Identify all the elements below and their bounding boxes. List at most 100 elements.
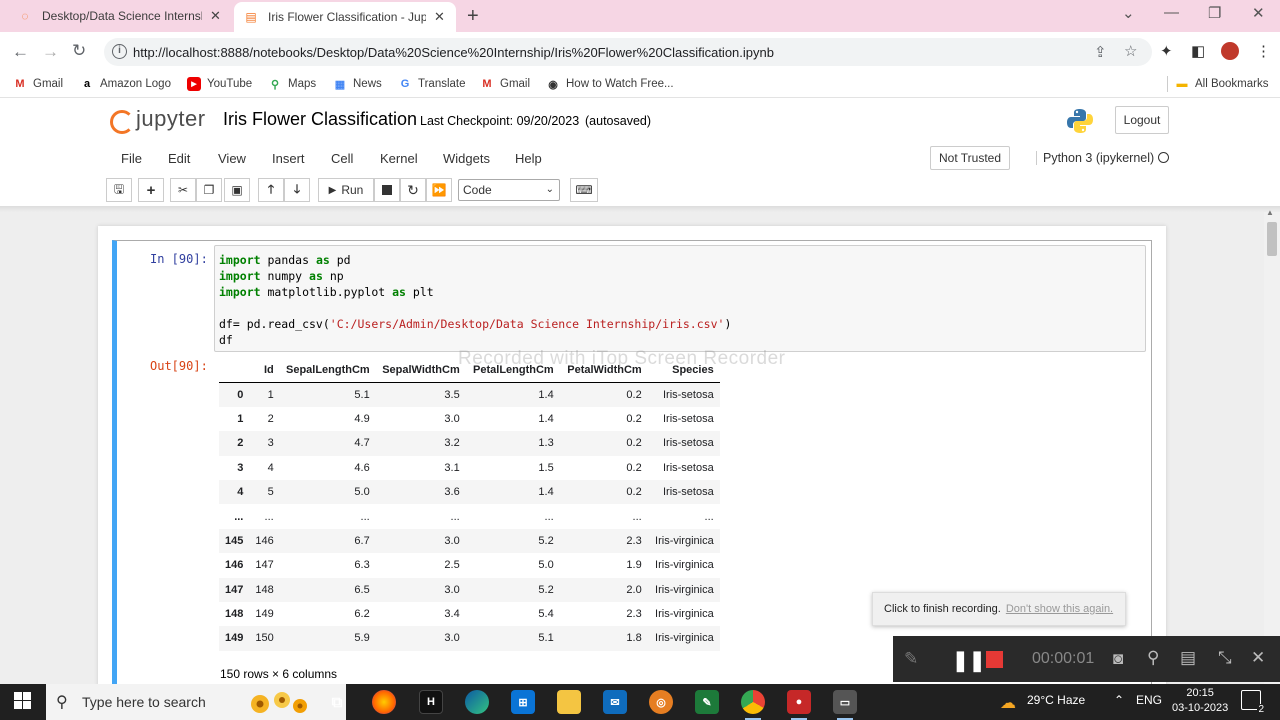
menu-help[interactable]: Help — [515, 151, 542, 166]
scrollbar-thumb[interactable] — [1267, 222, 1277, 256]
close-tab-icon[interactable]: ✕ — [210, 8, 221, 24]
menu-kernel[interactable]: Kernel — [380, 151, 418, 166]
menu-widgets[interactable]: Widgets — [443, 151, 490, 166]
bookmark-how-to-watch[interactable]: ◉ How to Watch Free... — [546, 77, 673, 91]
notebook-title[interactable]: Iris Flower Classification — [223, 109, 417, 130]
reload-icon[interactable]: ↻ — [72, 41, 86, 61]
pen-icon[interactable]: ✎ — [904, 649, 918, 669]
run-button[interactable]: ▶ Run — [318, 178, 374, 202]
table-cell: 146 — [255, 534, 274, 547]
forward-icon[interactable]: → — [42, 42, 59, 62]
side-panel-icon[interactable]: ◧ — [1191, 42, 1205, 60]
pause-icon[interactable]: ❚❚ — [952, 648, 986, 673]
dont-show-again-link[interactable]: Don't show this again. — [1006, 603, 1113, 615]
weather-text[interactable]: 29°C Haze — [1027, 693, 1085, 707]
page-scrollbar[interactable] — [1264, 212, 1280, 684]
table-cell: 3.0 — [444, 583, 460, 596]
kernel-name[interactable]: Python 3 (ipykernel) — [1036, 151, 1154, 165]
move-up-button[interactable]: 🡑 — [258, 178, 284, 202]
windows-start-icon[interactable] — [14, 692, 31, 709]
address-bar[interactable]: i http://localhost:8888/notebooks/Deskto… — [104, 38, 1152, 66]
store-icon[interactable]: ⊞ — [511, 690, 535, 714]
table-cell: Iris-setosa — [662, 388, 714, 401]
browser-menu-icon[interactable]: ⋮ — [1256, 42, 1271, 60]
notes-icon[interactable]: ▤ — [1180, 648, 1196, 668]
bookmark-gmail-2[interactable]: M Gmail — [480, 77, 530, 91]
insert-cell-button[interactable]: + — [138, 178, 164, 202]
save-button[interactable]: 🖫 — [106, 178, 132, 202]
menu-edit[interactable]: Edit — [168, 151, 190, 166]
table-cell: 3.4 — [444, 608, 460, 621]
tab-desktop[interactable]: ◌ Desktop/Data Science Internship ✕ — [8, 0, 231, 32]
media-app-icon[interactable]: ◎ — [649, 690, 673, 714]
row-index: ... — [234, 510, 244, 523]
window-close-icon[interactable]: ✕ — [1252, 4, 1265, 22]
copy-icon: ❐ — [203, 183, 215, 197]
interrupt-button[interactable] — [374, 178, 400, 202]
menu-view[interactable]: View — [218, 151, 246, 166]
site-info-icon[interactable]: i — [112, 44, 127, 59]
bookmark-translate[interactable]: G Translate — [398, 77, 466, 91]
file-explorer-icon[interactable] — [557, 690, 581, 714]
task-view-icon[interactable]: ⧉ — [325, 690, 349, 714]
move-down-button[interactable]: 🡓 — [284, 178, 310, 202]
copy-button[interactable]: ❐ — [196, 178, 222, 202]
table-row: 3 4 4.6 3.1 1.5 0.2 Iris-setosa — [219, 456, 720, 480]
bookmark-news[interactable]: ▦ News — [333, 77, 382, 91]
restart-run-all-button[interactable]: ⏩ — [426, 178, 452, 202]
taskbar-clock[interactable]: 20:15 03-10-2023 — [1172, 686, 1228, 716]
recording-tooltip[interactable]: Click to finish recording. Don't show th… — [872, 592, 1126, 626]
jupyter-logo[interactable]: jupyter — [108, 106, 206, 134]
firefox-icon[interactable] — [372, 690, 396, 714]
edge-icon[interactable] — [465, 690, 489, 714]
paste-button[interactable]: ▣ — [224, 178, 250, 202]
terminal-icon[interactable]: ▭ — [833, 690, 857, 720]
recorder-app-icon[interactable]: ● — [787, 690, 811, 720]
cell-type-select[interactable]: Code ⌄ — [458, 179, 560, 201]
bookmark-youtube[interactable]: ▶ YouTube — [187, 77, 252, 91]
weather-icon[interactable]: ☁ — [1000, 693, 1016, 713]
table-cell: 6.7 — [354, 534, 370, 547]
bookmark-gmail[interactable]: M Gmail — [13, 77, 63, 91]
share-icon[interactable]: ⇪ — [1094, 43, 1107, 61]
all-bookmarks[interactable]: ▬ All Bookmarks — [1175, 77, 1269, 91]
maps-pin-icon: ⚲ — [270, 78, 280, 91]
menu-cell[interactable]: Cell — [331, 151, 353, 166]
minimize-recorder-icon[interactable]: ⤡ — [1218, 648, 1232, 668]
extensions-icon[interactable]: ✦ — [1160, 42, 1173, 60]
bookmark-maps[interactable]: ⚲ Maps — [268, 77, 316, 91]
close-recorder-icon[interactable]: ✕ — [1251, 648, 1265, 668]
chrome-icon[interactable] — [741, 690, 765, 720]
scroll-up-icon[interactable]: ▲ — [1266, 208, 1274, 217]
taskbar-search-box[interactable]: ⚲ Type here to search — [46, 684, 346, 720]
language-indicator[interactable]: ENG — [1136, 693, 1162, 707]
zoom-icon[interactable]: ⚲ — [1147, 648, 1159, 668]
table-cell: 2 — [267, 412, 274, 425]
restart-button[interactable]: ↻ — [400, 178, 426, 202]
minimize-icon[interactable]: — — [1164, 4, 1179, 21]
tray-expand-icon[interactable]: ⌃ — [1114, 693, 1124, 707]
profile-avatar[interactable] — [1221, 42, 1239, 60]
tab-search-chevron-icon[interactable]: ⌄ — [1122, 4, 1135, 22]
menu-file[interactable]: File — [121, 151, 142, 166]
notification-center-icon[interactable]: 2 — [1241, 690, 1265, 715]
not-trusted-button[interactable]: Not Trusted — [930, 146, 1011, 170]
logout-button[interactable]: Logout — [1115, 106, 1169, 134]
autosave-status: (autosaved) — [585, 114, 652, 128]
table-cell: 1.4 — [538, 412, 554, 425]
bookmark-amazon[interactable]: a Amazon Logo — [80, 77, 171, 91]
excel-like-icon[interactable]: ✎ — [695, 690, 719, 714]
hp-app-icon[interactable]: H — [419, 690, 443, 714]
cut-button[interactable]: ✂ — [170, 178, 196, 202]
close-tab-icon[interactable]: ✕ — [434, 9, 445, 25]
new-tab-icon[interactable]: + — [467, 5, 479, 28]
back-icon[interactable]: ← — [12, 42, 29, 62]
menu-insert[interactable]: Insert — [272, 151, 305, 166]
command-palette-button[interactable]: ⌨ — [570, 178, 598, 202]
bookmark-star-icon[interactable]: ☆ — [1124, 42, 1137, 60]
mail-icon[interactable]: ✉ — [603, 690, 627, 714]
stop-recording-icon[interactable] — [986, 651, 1003, 668]
tab-iris-notebook[interactable]: ▤ Iris Flower Classification - Jupyter ✕ — [234, 2, 456, 32]
camera-icon[interactable]: ◙ — [1113, 649, 1123, 669]
restore-icon[interactable]: ❐ — [1208, 4, 1221, 22]
